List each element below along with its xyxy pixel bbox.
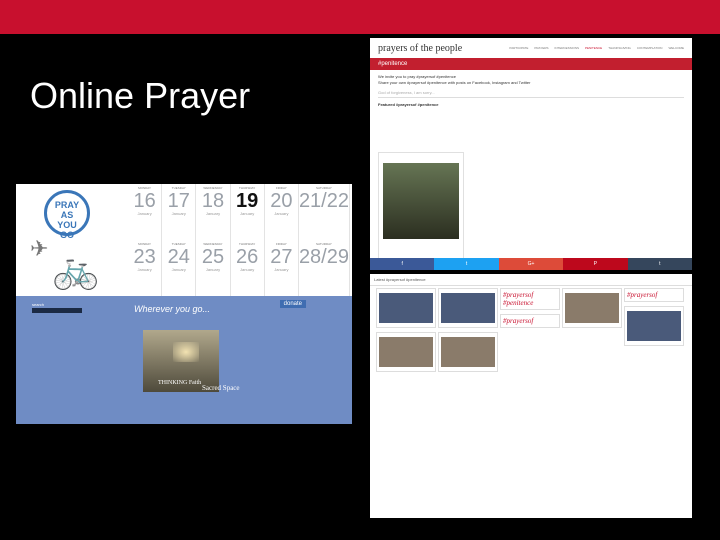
calendar-day[interactable]: TUESDAY 17 January <box>162 184 197 240</box>
day-number: 26 <box>236 246 259 268</box>
post-image <box>379 337 433 367</box>
potp-nav: PARTICIPATE PRAYERS INTERCESSIONS PENITENCE… <box>509 46 684 50</box>
potp-nav-item[interactable]: PARTICIPATE <box>509 46 528 50</box>
potp-section-band: #penitence <box>370 58 692 70</box>
post-hashtag: #prayersof #penitence <box>503 291 534 307</box>
tumblr-post[interactable] <box>438 332 498 372</box>
tumblr-post[interactable]: #prayersof <box>500 314 560 328</box>
day-number: 25 <box>201 246 225 268</box>
post-image <box>379 293 433 323</box>
payg-calendar: MONDAY 16 January TUESDAY 17 January WEDNESDAY… <box>128 184 350 298</box>
potp-header: prayers of the people PARTICIPATE PRAYERS… <box>370 38 692 58</box>
calendar-day[interactable]: MONDAY 16 January <box>128 184 163 240</box>
pray-as-you-go-screenshot: PRAY AS YOU GO ✈ 🚲 MONDAY 16 January TUESDA… <box>16 184 352 424</box>
tumblr-column <box>438 288 498 376</box>
tumblr-column <box>376 288 436 376</box>
share-button[interactable]: t <box>434 258 499 270</box>
thinking-faith-logo[interactable]: THINKING Faith <box>158 380 201 386</box>
potp-share-text: Share your own #prayersof #penitence wit… <box>378 80 531 85</box>
post-hashtag: #prayersof <box>627 291 658 299</box>
potp-featured-card[interactable] <box>378 152 464 260</box>
post-image <box>441 293 495 323</box>
share-button[interactable]: f <box>370 258 435 270</box>
potp-nav-item[interactable]: CONTEMPLATION <box>637 46 663 50</box>
day-number: 16 <box>133 190 156 212</box>
day-number: 23 <box>133 246 156 268</box>
bicycle-icon: 🚲 <box>52 249 100 291</box>
potp-featured-heading: Featured #prayersof #penitence <box>378 102 439 107</box>
payg-tagline: Wherever you go... <box>134 304 211 314</box>
share-button[interactable]: P <box>563 258 628 270</box>
calendar-day[interactable]: MONDAY 23 January <box>128 240 163 296</box>
search-input[interactable] <box>32 308 82 313</box>
potp-featured-image <box>383 163 459 239</box>
prayers-of-the-people-screenshot: prayers of the people PARTICIPATE PRAYERS… <box>370 38 692 270</box>
payg-branding: PRAY AS YOU GO ✈ 🚲 <box>16 184 126 296</box>
donate-button[interactable]: donate <box>279 300 306 308</box>
tumblr-column <box>562 288 622 332</box>
tumblr-post[interactable] <box>438 288 498 328</box>
calendar-day[interactable]: TUESDAY 24 January <box>162 240 197 296</box>
calendar-day[interactable]: THURSDAY 19 January <box>231 184 265 240</box>
day-number: 18 <box>201 190 225 212</box>
day-number: 28/29 <box>298 246 349 268</box>
day-number: 27 <box>270 246 293 268</box>
day-number: 24 <box>167 246 190 268</box>
calendar-day[interactable]: SATURDAY 21/22 <box>299 184 350 240</box>
payg-logo-text: PRAY AS YOU GO <box>54 200 80 240</box>
tumblr-header: Latest #prayersof #penitence <box>370 274 692 286</box>
tumblr-post[interactable] <box>376 288 436 328</box>
day-number: 21/22 <box>298 190 349 212</box>
post-image <box>441 337 495 367</box>
tumblr-screenshot: Latest #prayersof #penitence #prayersof … <box>370 274 692 518</box>
airplane-icon: ✈ <box>30 236 49 261</box>
post-hashtag: #prayersof <box>503 317 534 325</box>
day-number: 19 <box>236 190 259 212</box>
post-image <box>565 293 619 323</box>
day-number: 20 <box>270 190 293 212</box>
top-accent-bar <box>0 0 720 34</box>
calendar-day[interactable]: WEDNESDAY 25 January <box>196 240 231 296</box>
slide-title: Online Prayer <box>30 75 251 116</box>
search-label: search <box>32 302 45 307</box>
post-image <box>627 311 681 341</box>
calendar-day[interactable]: THURSDAY 26 January <box>231 240 265 296</box>
slide: Online Prayer PRAY AS YOU GO ✈ 🚲 MONDAY 1… <box>0 0 720 540</box>
tumblr-post[interactable]: #prayersof #penitence <box>500 288 560 310</box>
share-button[interactable]: t <box>627 258 692 270</box>
day-number: 17 <box>167 190 190 212</box>
calendar-day[interactable]: FRIDAY 27 January <box>265 240 299 296</box>
calendar-day[interactable]: FRIDAY 20 January <box>265 184 299 240</box>
tumblr-post[interactable]: #prayersof <box>624 288 684 302</box>
share-button[interactable]: G+ <box>498 258 564 270</box>
calendar-row: MONDAY 23 January TUESDAY 24 January WEDNESDAY… <box>128 240 350 296</box>
tumblr-post[interactable] <box>376 332 436 372</box>
tumblr-column: #prayersof <box>624 288 684 350</box>
potp-nav-item[interactable]: WELCOME <box>668 46 684 50</box>
potp-nav-item[interactable]: PENITENCE <box>585 46 602 50</box>
potp-body: We invite you to pray #prayersof #penite… <box>370 70 692 112</box>
potp-nav-item[interactable]: THANKSGIVING <box>608 46 631 50</box>
tumblr-column: #prayersof #penitence #prayersof <box>500 288 560 332</box>
calendar-day[interactable]: WEDNESDAY 18 January <box>196 184 231 240</box>
video-glow <box>173 342 199 362</box>
payg-footer-panel: search donate Wherever you go... THINKIN… <box>16 296 352 424</box>
potp-share-bar: f t G+ Pt <box>370 258 692 270</box>
potp-nav-item[interactable]: PRAYERS <box>534 46 548 50</box>
sacred-space-logo[interactable]: Sacred Space <box>202 384 240 392</box>
calendar-day[interactable]: SATURDAY 28/29 <box>299 240 350 296</box>
potp-nav-item[interactable]: INTERCESSIONS <box>555 46 580 50</box>
calendar-row: MONDAY 16 January TUESDAY 17 January WEDNESDAY… <box>128 184 350 240</box>
tumblr-post[interactable] <box>624 306 684 346</box>
potp-prayer-input[interactable]: God of forgiveness, I am sorry... <box>378 90 684 98</box>
potp-logo[interactable]: prayers of the people <box>378 43 462 54</box>
tumblr-post[interactable] <box>562 288 622 328</box>
